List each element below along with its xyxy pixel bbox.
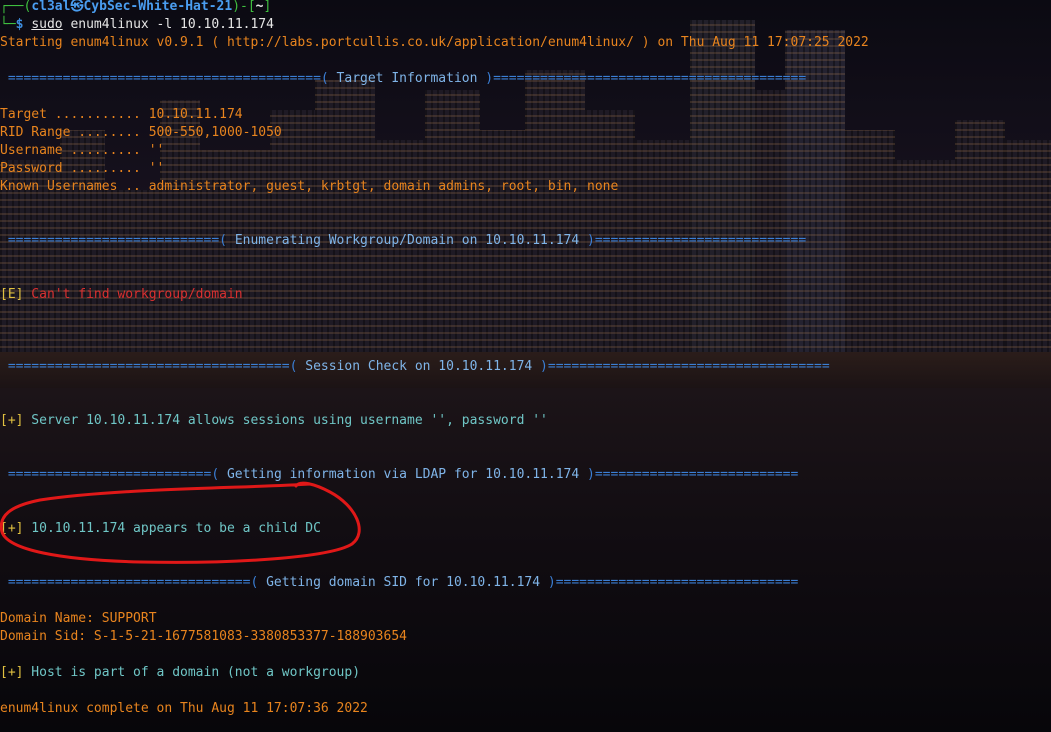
password-line: Password ......... '': [0, 161, 165, 176]
prompt-host: CybSec-White-Hat-21: [83, 0, 233, 14]
section-header-target-info: ========================================…: [0, 71, 807, 86]
prompt-line-1: ┌──(cl3al㉿CybSec-White-Hat-21)-[~]: [0, 0, 271, 16]
error-tag: [E]: [0, 287, 24, 302]
known-usernames-line: Known Usernames .. administrator, guest,…: [0, 179, 619, 194]
prompt-bracket: ┌──(: [0, 0, 32, 14]
plus-tag: [+]: [0, 413, 24, 428]
section-header-ldap: ==========================( Getting info…: [0, 467, 799, 482]
section-header-sid: ===============================( Getting…: [0, 575, 799, 590]
prompt-user: cl3al: [31, 0, 71, 14]
prompt-line-2: └─$ sudo enum4linux -l 10.10.11.174: [0, 16, 274, 34]
prompt-at-icon: ㉿: [70, 0, 84, 14]
plus-tag: [+]: [0, 521, 24, 536]
session-message: Server 10.10.11.174 allows sessions usin…: [23, 413, 548, 428]
prompt-bracket-close: ]: [263, 0, 272, 14]
command-text: enum4linux -l 10.10.11.174: [70, 17, 274, 32]
domain-sid-line: Domain Sid: S-1-5-21-1677581083-33808533…: [0, 629, 407, 644]
prompt-dir: ~: [255, 0, 264, 14]
host-domain-line: [+] Host is part of a domain (not a work…: [0, 664, 360, 682]
ldap-message: 10.10.11.174 appears to be a child DC: [23, 521, 321, 536]
complete-line: enum4linux complete on Thu Aug 11 17:07:…: [0, 701, 368, 716]
section-header-workgroup: ===========================( Enumerating…: [0, 233, 807, 248]
section-header-session: ====================================( Se…: [0, 359, 830, 374]
error-message: Can't find workgroup/domain: [23, 287, 243, 302]
terminal[interactable]: ┌──(cl3al㉿CybSec-White-Hat-21)-[~] └─$ s…: [0, 0, 1051, 732]
command-sudo: sudo: [31, 17, 63, 32]
session-line: [+] Server 10.10.11.174 allows sessions …: [0, 412, 548, 430]
ldap-line: [+] 10.10.11.174 appears to be a child D…: [0, 520, 321, 538]
username-line: Username ......... '': [0, 143, 165, 158]
host-message: Host is part of a domain (not a workgrou…: [23, 665, 361, 680]
rid-range-line: RID Range ........ 500-550,1000-1050: [0, 125, 282, 140]
starting-line: Starting enum4linux v0.9.1 ( http://labs…: [0, 35, 869, 50]
plus-tag: [+]: [0, 665, 24, 680]
error-line: [E] Can't find workgroup/domain: [0, 286, 243, 304]
prompt-dollar: $: [15, 17, 24, 32]
domain-name-line: Domain Name: SUPPORT: [0, 611, 157, 626]
prompt-corner: └─: [0, 17, 16, 32]
target-line: Target ........... 10.10.11.174: [0, 107, 243, 122]
prompt-separator: )-[: [232, 0, 256, 14]
